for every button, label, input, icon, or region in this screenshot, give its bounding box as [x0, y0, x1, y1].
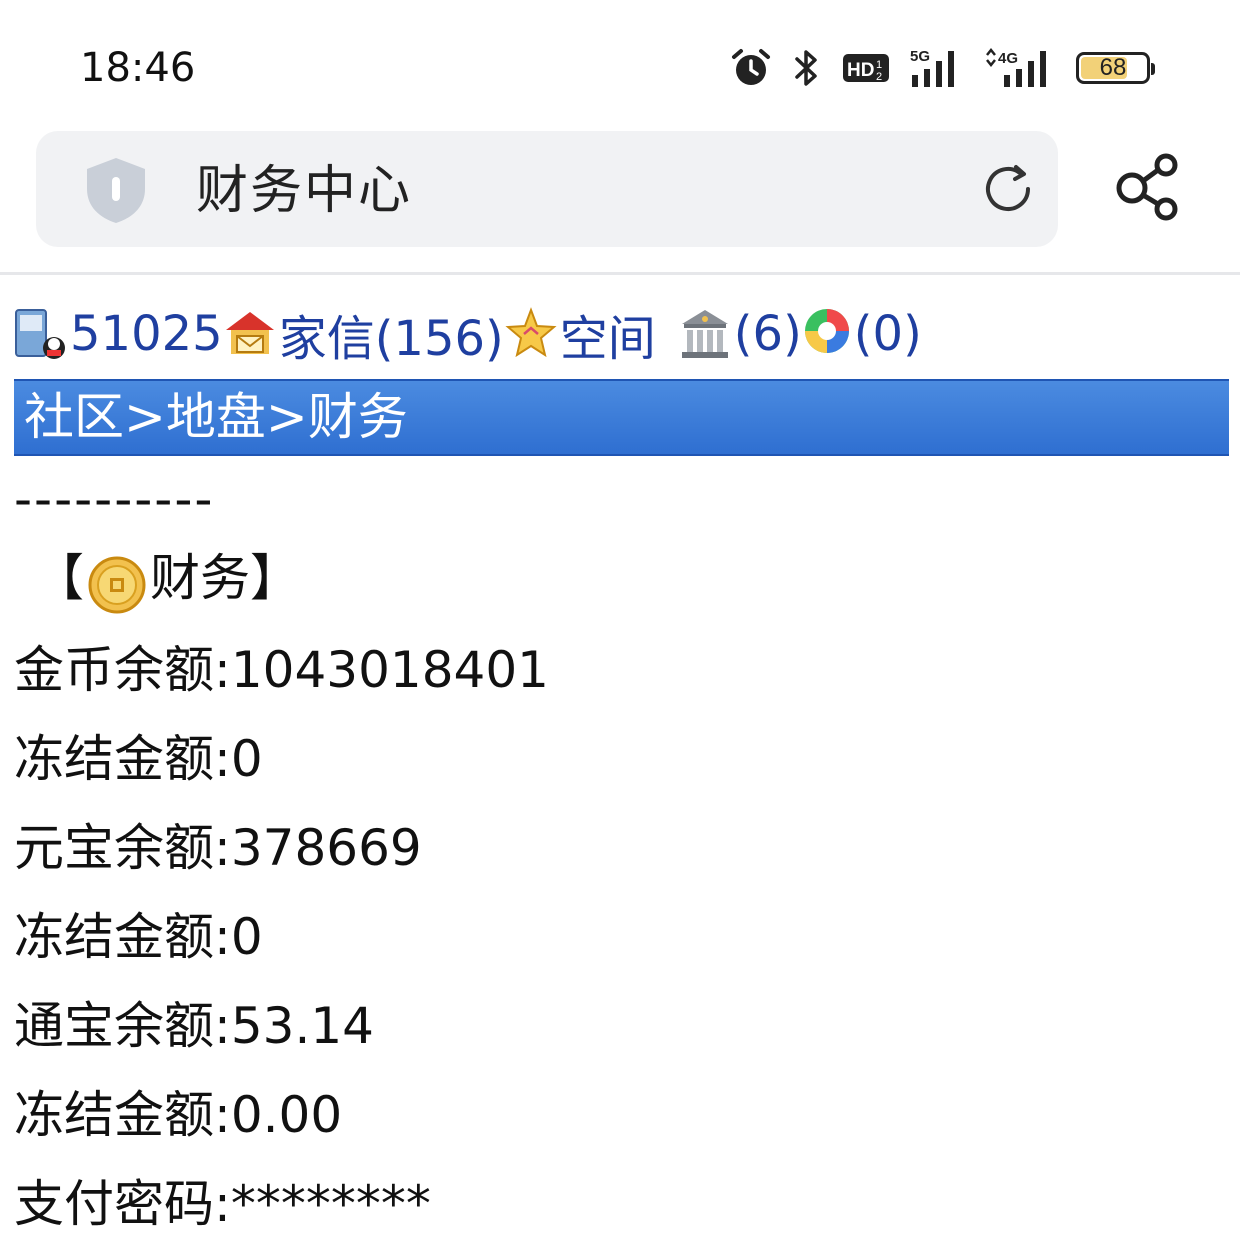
- gold-balance: 金币余额:1043018401: [14, 641, 549, 699]
- tongbao-balance: 通宝余额:53.14: [14, 997, 374, 1055]
- status-icons: HD 1 2 5G 4G 68: [730, 44, 1155, 92]
- bracket-close: 】: [250, 549, 300, 607]
- breadcrumb: 社区>地盘>财务: [14, 379, 1229, 456]
- ingot-balance: 元宝余额:378669: [14, 819, 422, 877]
- 5g-signal-icon: 5G: [910, 47, 964, 89]
- status-bar: 18:46 HD 1 2 5G 4G 68: [0, 0, 1240, 120]
- bank-icon[interactable]: [678, 306, 732, 362]
- svg-text:2: 2: [876, 71, 882, 83]
- gold-frozen: 冻结金额:0: [14, 730, 263, 788]
- breadcrumb-finance: 财务: [307, 388, 408, 446]
- 4g-signal-icon: 4G: [984, 47, 1056, 89]
- svg-text:HD: HD: [847, 60, 874, 81]
- colorful-link[interactable]: (0): [854, 306, 922, 362]
- star-icon[interactable]: [504, 306, 558, 362]
- tongbao-frozen: 冻结金额:0.00: [14, 1086, 343, 1144]
- user-avatar-icon[interactable]: [14, 306, 68, 362]
- breadcrumb-separator: >: [265, 388, 308, 446]
- reload-icon[interactable]: [980, 161, 1036, 217]
- hd-voice-icon: HD 1 2: [842, 51, 890, 85]
- svg-text:4G: 4G: [998, 50, 1018, 67]
- page-title: 财务中心: [196, 161, 413, 221]
- bracket-open: 【: [34, 549, 84, 607]
- mail-house-icon[interactable]: [223, 306, 277, 362]
- coin-icon: [88, 549, 146, 614]
- svg-text:1: 1: [876, 59, 882, 71]
- space-link[interactable]: 空间: [560, 299, 656, 369]
- finance-content: ---------- 【 财务 】 金币余额:1043018401 冻结金额:0…: [14, 468, 1224, 1249]
- status-time: 18:46: [80, 45, 196, 91]
- breadcrumb-separator: >: [124, 388, 166, 446]
- payment-password[interactable]: 支付密码:********: [14, 1160, 1224, 1249]
- breadcrumb-territory[interactable]: 地盘: [166, 388, 266, 446]
- svg-text:5G: 5G: [910, 48, 930, 65]
- share-icon[interactable]: [1114, 152, 1180, 222]
- bluetooth-icon: [792, 47, 822, 89]
- mail-link[interactable]: 家信(156): [279, 299, 504, 369]
- alarm-icon: [730, 47, 772, 89]
- dash-divider: ----------: [14, 470, 215, 528]
- battery-percent: 68: [1099, 54, 1127, 81]
- divider: [0, 272, 1240, 275]
- bank-link[interactable]: (6): [734, 306, 802, 362]
- colorful-wheel-icon[interactable]: [802, 306, 852, 362]
- shield-icon[interactable]: [82, 155, 150, 225]
- ingot-frozen: 冻结金额:0: [14, 908, 263, 966]
- battery-icon: 68: [1076, 52, 1155, 84]
- section-title: 【 财务 】: [14, 530, 1224, 626]
- top-links: 51025 家信(156) 空间 (6) (0): [14, 296, 922, 372]
- user-id-link[interactable]: 51025: [70, 306, 223, 362]
- breadcrumb-community[interactable]: 社区: [24, 388, 124, 446]
- section-title-text: 财务: [150, 549, 250, 607]
- address-bar[interactable]: 财务中心: [36, 131, 1058, 247]
